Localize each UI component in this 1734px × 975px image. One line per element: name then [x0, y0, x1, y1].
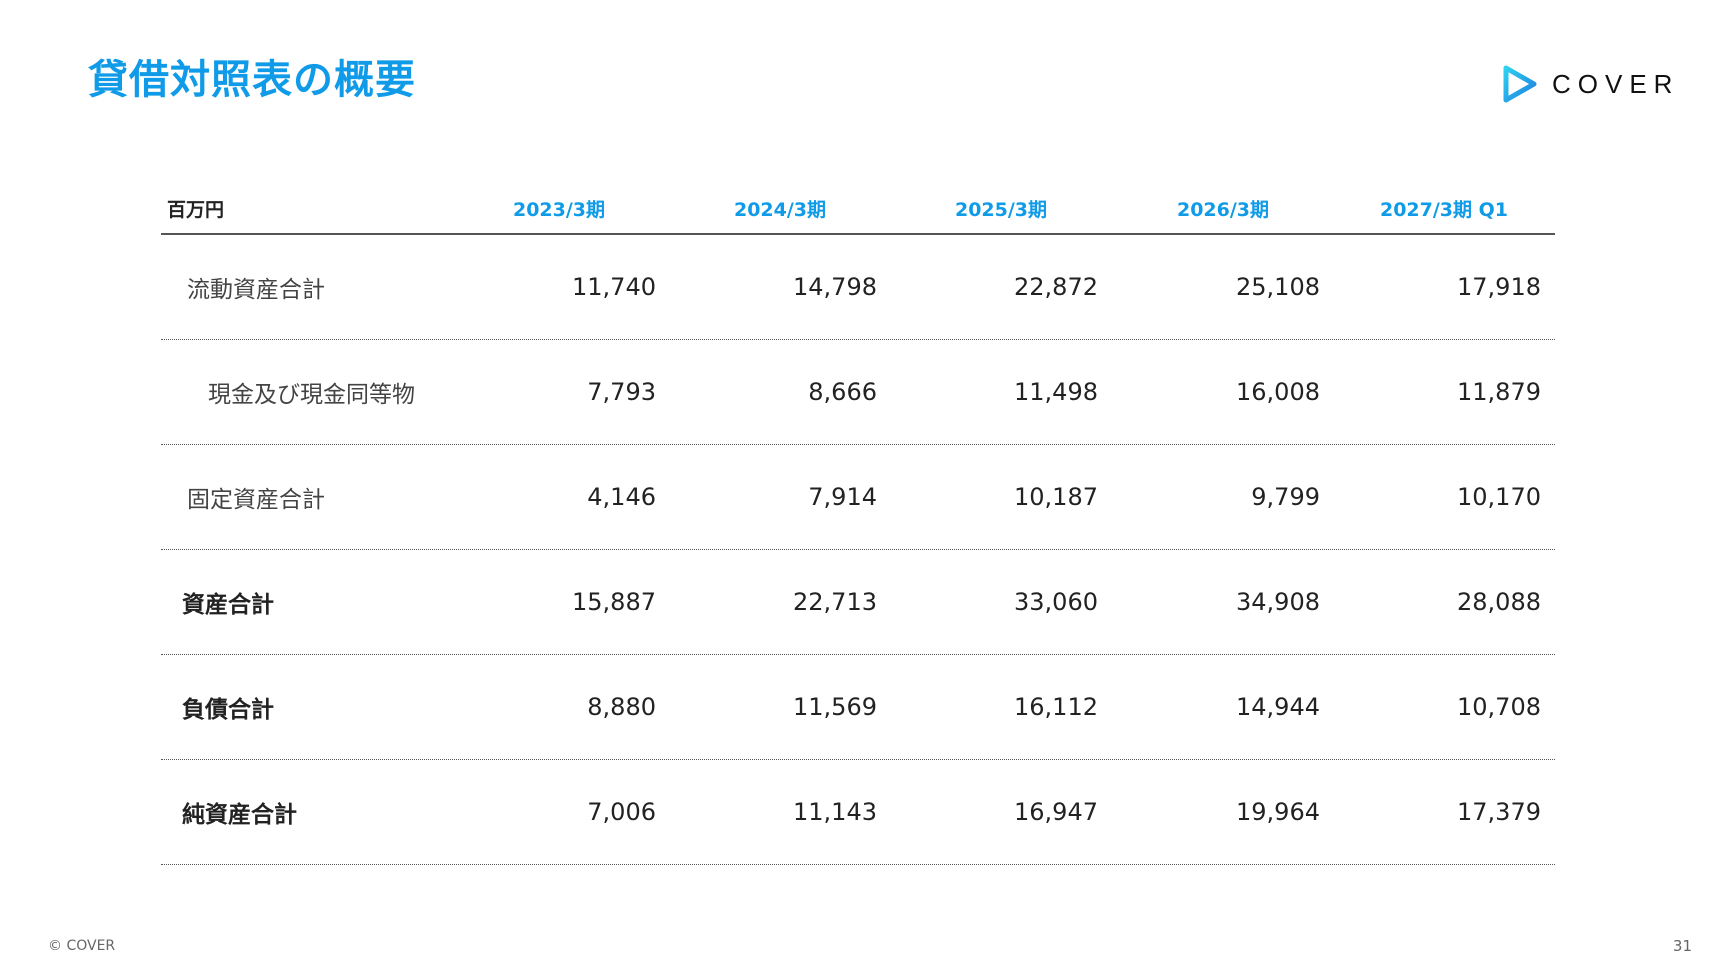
balance-sheet-table: 百万円 2023/3期 2024/3期 2025/3期 2026/3期 2027… [161, 183, 1555, 865]
value-cell: 25,108 [1236, 273, 1320, 301]
unit-label: 百万円 [167, 198, 225, 221]
table-row: 負債合計 8,880 11,569 16,112 14,944 10,708 [161, 655, 1555, 760]
period-header: 2027/3期 Q1 [1379, 198, 1509, 221]
value-cell: 14,944 [1236, 693, 1320, 721]
cover-logo: COVER [1500, 62, 1679, 106]
row-label: 資産合計 [182, 592, 274, 618]
value-cell: 10,170 [1457, 483, 1541, 511]
value-cell: 16,112 [1014, 693, 1098, 721]
value-cell: 8,880 [587, 693, 656, 721]
value-cell: 16,947 [1014, 798, 1098, 826]
value-cell: 34,908 [1236, 588, 1320, 616]
row-label: 現金及び現金同等物 [208, 382, 415, 408]
logo-text: COVER [1552, 68, 1680, 99]
value-cell: 9,799 [1251, 483, 1320, 511]
value-cell: 10,708 [1457, 693, 1541, 721]
table-row: 固定資産合計 4,146 7,914 10,187 9,799 10,170 [161, 445, 1555, 550]
value-cell: 33,060 [1014, 588, 1098, 616]
row-label: 固定資産合計 [187, 487, 325, 513]
value-cell: 7,914 [808, 483, 877, 511]
value-cell: 7,006 [587, 798, 656, 826]
table-row: 流動資産合計 11,740 14,798 22,872 25,108 17,91… [161, 235, 1555, 340]
row-label: 純資産合計 [182, 802, 297, 828]
value-cell: 7,793 [587, 378, 656, 406]
value-cell: 22,713 [793, 588, 877, 616]
table-row: 現金及び現金同等物 7,793 8,666 11,498 16,008 11,8… [161, 340, 1555, 445]
value-cell: 11,498 [1014, 378, 1098, 406]
value-cell: 15,887 [572, 588, 656, 616]
period-header: 2025/3期 [954, 198, 1048, 221]
period-header: 2024/3期 [733, 198, 827, 221]
value-cell: 17,918 [1457, 273, 1541, 301]
value-cell: 22,872 [1014, 273, 1098, 301]
table-row: 資産合計 15,887 22,713 33,060 34,908 28,088 [161, 550, 1555, 655]
period-header: 2026/3期 [1176, 198, 1270, 221]
table-header-row: 百万円 2023/3期 2024/3期 2025/3期 2026/3期 2027… [161, 183, 1555, 235]
value-cell: 19,964 [1236, 798, 1320, 826]
row-label: 負債合計 [182, 697, 274, 723]
table-row: 純資産合計 7,006 11,143 16,947 19,964 17,379 [161, 760, 1555, 865]
value-cell: 11,143 [793, 798, 877, 826]
cover-play-icon [1500, 64, 1538, 104]
value-cell: 28,088 [1457, 588, 1541, 616]
value-cell: 11,740 [572, 273, 656, 301]
value-cell: 11,879 [1457, 378, 1541, 406]
value-cell: 17,379 [1457, 798, 1541, 826]
value-cell: 11,569 [793, 693, 877, 721]
value-cell: 8,666 [808, 378, 877, 406]
copyright-text: © COVER [48, 938, 116, 954]
value-cell: 10,187 [1014, 483, 1098, 511]
period-header: 2023/3期 [512, 198, 606, 221]
value-cell: 14,798 [793, 273, 877, 301]
page-title: 貸借対照表の概要 [88, 57, 416, 103]
value-cell: 16,008 [1236, 378, 1320, 406]
row-label: 流動資産合計 [187, 277, 325, 303]
page-number: 31 [1672, 937, 1692, 955]
value-cell: 4,146 [587, 483, 656, 511]
